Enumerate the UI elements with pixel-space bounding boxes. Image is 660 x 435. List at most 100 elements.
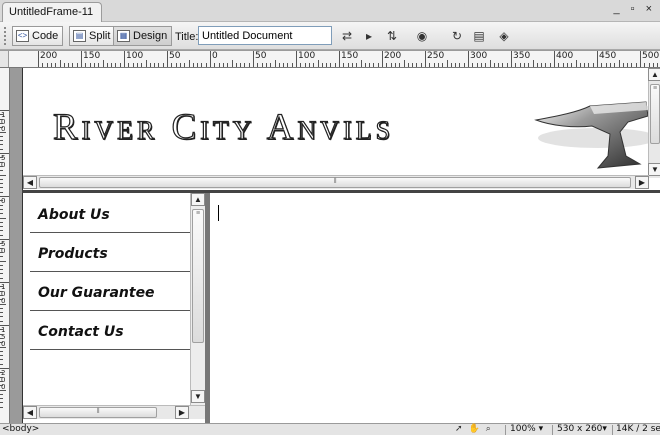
scroll-down-icon[interactable]: ▼ xyxy=(191,390,205,403)
ruler-tick xyxy=(149,63,151,67)
ruler-label: 50 xyxy=(255,51,267,61)
ruler-tick xyxy=(296,51,297,67)
ruler-tick xyxy=(0,118,3,120)
ruler-tick xyxy=(0,372,3,374)
preview-icon[interactable]: ▸ xyxy=(360,28,378,44)
scroll-right-icon[interactable]: ▶ xyxy=(175,406,189,419)
code-view-button[interactable]: <> Code xyxy=(12,26,64,46)
zoom-select[interactable]: 100% ▾ xyxy=(510,424,543,435)
ruler-tick xyxy=(59,60,61,67)
status-divider xyxy=(505,425,506,435)
scroll-right-icon[interactable]: ▶ xyxy=(635,176,649,189)
ruler-tick xyxy=(622,63,624,67)
ruler-tick xyxy=(532,60,534,67)
ruler-tick xyxy=(227,63,229,67)
ruler-tick xyxy=(0,196,9,197)
ruler-tick xyxy=(145,60,147,67)
debug-icon[interactable]: ⇅ xyxy=(383,28,401,44)
ruler-tick xyxy=(485,63,487,67)
ruler-label: 450 xyxy=(599,51,617,61)
document-tab[interactable]: UntitledFrame-11 xyxy=(2,2,103,22)
ruler-tick xyxy=(364,63,366,67)
ruler-tick xyxy=(407,63,409,67)
window-size-value: 530 x 260 xyxy=(557,424,603,434)
ruler-tick xyxy=(343,63,345,67)
ruler-tick xyxy=(0,342,3,344)
ruler-tick xyxy=(158,63,160,67)
ruler-tick xyxy=(136,63,138,67)
scroll-left-icon[interactable]: ◀ xyxy=(23,406,37,419)
header-vertical-scrollbar[interactable]: ▲ ≡ ▼ xyxy=(648,68,660,178)
ruler-tick xyxy=(571,63,573,67)
ruler-tick xyxy=(106,63,108,67)
visual-aids-icon[interactable]: ◈ xyxy=(495,28,513,44)
ruler-tick xyxy=(162,63,164,67)
ruler-tick xyxy=(222,63,224,67)
toolbar-grip[interactable] xyxy=(4,27,8,45)
scroll-thumb-horizontal[interactable]: ⦀ xyxy=(39,177,631,188)
ruler-tick xyxy=(403,60,405,67)
refresh-icon[interactable]: ↻ xyxy=(448,28,466,44)
ruler-tick xyxy=(506,63,508,67)
ruler-tick xyxy=(489,60,491,67)
zoom-tool-icon[interactable]: ⌕ xyxy=(486,424,497,434)
design-view-button[interactable]: ▦ Design xyxy=(113,26,173,46)
view-options-icon[interactable]: ▤ xyxy=(470,28,488,44)
scroll-left-icon[interactable]: ◀ xyxy=(23,176,37,189)
ruler-tick xyxy=(0,325,9,326)
ruler-tick xyxy=(0,333,3,335)
ruler-tick xyxy=(0,191,3,193)
ruler-tick xyxy=(76,63,78,67)
scroll-up-icon[interactable]: ▲ xyxy=(648,68,660,81)
ruler-tick xyxy=(0,385,3,387)
nav-item-products[interactable]: Products xyxy=(30,234,190,272)
ruler-label: 200 xyxy=(40,51,58,61)
window-size-select[interactable]: 530 x 260▾ xyxy=(557,424,607,435)
ruler-tick xyxy=(0,359,3,361)
ruler-tick xyxy=(459,63,461,67)
navigation-vertical-scrollbar[interactable]: ▲ ≡ ▼ xyxy=(190,193,205,405)
select-tool-icon[interactable]: ➚ xyxy=(455,424,469,434)
window-controls[interactable]: _ ▫ × xyxy=(613,3,656,15)
header-frame[interactable]: River City Anvils ▲ ≡ ▼ ◀ ⦀ ▶ xyxy=(22,68,660,190)
code-button-label: Code xyxy=(32,30,59,42)
ruler-tick xyxy=(235,63,237,67)
ruler-tick xyxy=(394,63,396,67)
ruler-tick xyxy=(50,63,52,67)
scroll-thumb-horizontal[interactable]: ⦀ xyxy=(39,407,157,418)
ruler-tick xyxy=(631,63,633,67)
ruler-tick xyxy=(0,187,3,189)
ruler-tick xyxy=(558,63,560,67)
ruler-tick xyxy=(511,51,512,67)
document-title-input[interactable] xyxy=(198,26,332,45)
ruler-tick xyxy=(334,63,336,67)
scroll-thumb[interactable]: ≡ xyxy=(192,209,204,343)
nav-item-about-us[interactable]: About Us xyxy=(30,195,190,233)
file-management-icon[interactable]: ⇄ xyxy=(338,28,356,44)
ruler-tick xyxy=(416,63,418,67)
nav-item-our-guarantee[interactable]: Our Guarantee xyxy=(30,273,190,311)
scroll-thumb[interactable]: ≡ xyxy=(650,84,660,144)
browser-check-icon[interactable]: ◉ xyxy=(413,28,431,44)
ruler-tick xyxy=(0,140,3,142)
header-horizontal-scrollbar[interactable]: ◀ ⦀ ▶ xyxy=(23,175,649,189)
title-bar: UntitledFrame-11 _ ▫ × xyxy=(0,0,660,22)
ruler-tick xyxy=(0,307,3,309)
ruler-tick xyxy=(0,247,3,249)
ruler-tick xyxy=(0,299,3,301)
navigation-horizontal-scrollbar[interactable]: ◀ ⦀ ▶ xyxy=(23,405,205,419)
ruler-tick xyxy=(493,63,495,67)
split-view-button[interactable]: ▤ Split xyxy=(69,26,116,46)
ruler-origin[interactable] xyxy=(0,51,9,67)
scroll-up-icon[interactable]: ▲ xyxy=(191,193,205,206)
nav-item-contact-us[interactable]: Contact Us xyxy=(30,312,190,350)
navigation-frame[interactable]: About Us Products Our Guarantee Contact … xyxy=(22,193,205,423)
ruler-tick xyxy=(175,63,177,67)
tag-selector[interactable]: <body> xyxy=(2,424,39,435)
hand-tool-icon[interactable]: ✋ xyxy=(469,424,486,434)
ruler-tick xyxy=(652,63,654,67)
ruler-tick xyxy=(0,406,3,408)
main-content-frame[interactable] xyxy=(210,193,660,423)
scroll-down-icon[interactable]: ▼ xyxy=(648,163,660,176)
ruler-tick xyxy=(0,170,3,172)
